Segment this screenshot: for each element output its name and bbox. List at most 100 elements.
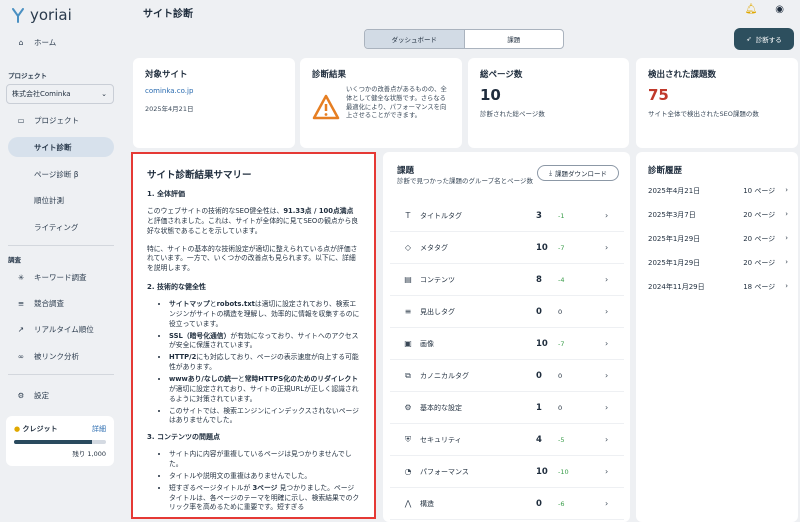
- issue-row[interactable]: ≡ 見出しタグ 0 0 ›: [390, 296, 624, 328]
- summary-overall-text-2: 特に、サイトの基本的な技術設定が適切に整えられている点が評価されています。一方で…: [147, 244, 358, 273]
- list-item: 短すぎるページタイトルが 3ページ 見つかりました。ページタイトルは、各ページの…: [169, 484, 360, 514]
- diagnose-button[interactable]: ➶ 診断する: [734, 28, 794, 50]
- summary-bold: SSL（暗号化通信）: [169, 331, 231, 340]
- chevron-right-icon: ›: [605, 275, 609, 284]
- target-site-url[interactable]: cominka.co.jp: [145, 87, 283, 95]
- history-date: 2025年1月29日: [648, 235, 701, 243]
- rocket-icon: ➶: [746, 35, 752, 43]
- issue-delta: -7: [558, 339, 565, 348]
- divider: [8, 374, 114, 375]
- chevron-right-icon: ›: [785, 234, 788, 242]
- chevron-right-icon: ›: [605, 307, 609, 316]
- issues-subtitle: 診断で見つかった課題のグループ名とページ数: [397, 177, 533, 185]
- nav-settings[interactable]: ⚙ 設定: [8, 385, 114, 405]
- tab-dashboard[interactable]: ダッシュボード: [365, 30, 465, 48]
- shield-icon: ⛨: [405, 434, 411, 444]
- project-section-label: プロジェクト: [8, 72, 47, 80]
- credit-bar-fill: [14, 440, 93, 444]
- nav-page-diagnosis-label: ページ診断 β: [34, 169, 79, 179]
- sidebar: yoriai ⌂ ホーム プロジェクト 株式会社Cominka ⌄ ▭ プロジェ…: [0, 0, 122, 522]
- issue-delta: -6: [558, 499, 565, 508]
- diagnosis-result-title: 診断結果: [312, 70, 347, 80]
- issue-row[interactable]: ⚙ 基本的な設定 1 0 ›: [390, 392, 624, 424]
- user-icon[interactable]: ◉: [775, 4, 784, 15]
- summary-text: と: [209, 300, 217, 309]
- issue-name: タイトルタグ: [420, 211, 462, 220]
- history-row[interactable]: 2024年11月29日 18 ページ ›: [648, 282, 788, 292]
- copy-icon: ⧉: [405, 370, 411, 380]
- project-select[interactable]: 株式会社Cominka ⌄: [6, 84, 114, 104]
- summary-text: と評価されました。これは、サイトが全体的に見てSEOの観点から良好な状態であるこ…: [147, 216, 359, 235]
- history-pages: 18 ページ: [743, 283, 776, 291]
- chevron-right-icon: ›: [605, 403, 609, 412]
- credit-detail-link[interactable]: 詳細: [92, 424, 106, 434]
- total-pages-value: 10: [480, 86, 501, 104]
- issue-row[interactable]: ⧉ カノニカルタグ 0 0 ›: [390, 360, 624, 392]
- logo-icon: [12, 8, 24, 23]
- nav-writing[interactable]: ライティング: [8, 217, 114, 237]
- nav-backlink-analysis[interactable]: ∞ 被リンク分析: [8, 346, 114, 366]
- issue-count: 1: [536, 402, 542, 413]
- summary-bold: 3ページ: [252, 483, 278, 492]
- issue-row[interactable]: ▤ コンテンツ 8 -4 ›: [390, 264, 624, 296]
- nav-rank-tracking[interactable]: 順位計測: [8, 190, 114, 210]
- chevron-right-icon: ›: [605, 371, 609, 380]
- logo[interactable]: yoriai: [10, 6, 72, 24]
- issue-row[interactable]: T タイトルタグ 3 -1 ›: [390, 200, 624, 232]
- nav-realtime-rank[interactable]: ↗ リアルタイム順位: [8, 319, 114, 339]
- chevron-right-icon: ›: [605, 499, 609, 508]
- tab-issues[interactable]: 課題: [465, 30, 564, 48]
- list-item: タイトルや説明文の重複はありませんでした。: [169, 472, 360, 482]
- history-date: 2024年11月29日: [648, 283, 705, 291]
- issue-count: 10: [536, 242, 548, 253]
- issue-row[interactable]: ⋀ 構造 0 -6 ›: [390, 488, 624, 520]
- diagnosis-result-card: 診断結果 いくつかの改善点があるものの、全体として健全な状態です。さらなる最適化…: [300, 58, 462, 148]
- issue-row[interactable]: ◔ パフォーマンス 10 -10 ›: [390, 456, 624, 488]
- issue-count: 8: [536, 274, 542, 285]
- list-item: このサイトでは、検索エンジンにインデックスされないページはありませんでした。: [169, 407, 360, 427]
- nav-realtime-rank-label: リアルタイム順位: [34, 324, 94, 334]
- nav-site-diagnosis[interactable]: サイト診断: [8, 137, 114, 157]
- issue-count: 10: [536, 338, 548, 349]
- nav-keyword-research[interactable]: ✳ キーワード調査: [8, 267, 114, 287]
- download-issues-button[interactable]: ⤓ 課題ダウンロード: [537, 165, 619, 181]
- chevron-right-icon: ›: [605, 339, 609, 348]
- total-pages-caption: 診断された総ページ数: [480, 110, 545, 118]
- gear-icon: ⚙: [404, 403, 412, 412]
- history-row[interactable]: 2025年1月29日 20 ページ ›: [648, 258, 788, 268]
- nav-page-diagnosis[interactable]: ページ診断 β: [8, 164, 114, 184]
- history-pages: 20 ページ: [743, 211, 776, 219]
- credit-label: クレジット: [22, 425, 58, 433]
- issue-name: 画像: [420, 339, 434, 348]
- target-site-date: 2025年4月21日: [145, 105, 194, 113]
- nav-home[interactable]: ⌂ ホーム: [8, 32, 114, 52]
- issue-list: T タイトルタグ 3 -1 › ◇ メタタグ 10 -7 › ▤ コンテンツ 8 -4 › ≡ 見出しタグ 0 0 ›…: [390, 200, 624, 520]
- issue-delta: -7: [558, 243, 565, 252]
- summary-heading-overall: 1. 全体評価: [147, 190, 185, 198]
- history-row[interactable]: 2025年3月7日 20 ページ ›: [648, 210, 788, 220]
- summary-bold: wwwあり/なしの統一: [169, 374, 238, 383]
- summary-bold: サイトマップ: [169, 300, 210, 309]
- issue-count: 3: [536, 210, 542, 221]
- issue-row[interactable]: ◇ メタタグ 10 -7 ›: [390, 232, 624, 264]
- nav-project[interactable]: ▭ プロジェクト: [8, 110, 114, 130]
- list-item: SSL（暗号化通信）が有効になっており、サイトへのアクセスが安全に保護されていま…: [169, 332, 360, 352]
- issue-row[interactable]: ▣ 画像 10 -7 ›: [390, 328, 624, 360]
- research-section-label: 調査: [8, 256, 21, 264]
- chevron-right-icon: ›: [605, 435, 609, 444]
- nav-keyword-research-label: キーワード調査: [34, 272, 87, 282]
- nav-home-label: ホーム: [34, 37, 57, 47]
- history-row[interactable]: 2025年1月29日 20 ページ ›: [648, 234, 788, 244]
- issue-row[interactable]: ⛨ セキュリティ 4 -5 ›: [390, 424, 624, 456]
- history-row[interactable]: 2025年4月21日 10 ページ ›: [648, 186, 788, 196]
- list-item: HTTP/2にも対応しており、ページの表示速度が向上する可能性があります。: [169, 353, 360, 373]
- nav-competitor-research[interactable]: ≡ 競合調査: [8, 293, 114, 313]
- summary-content-list: サイト内に内容が重複しているページは見つかりませんでした。 タイトルや説明文の重…: [147, 450, 360, 513]
- issue-name: パフォーマンス: [420, 467, 469, 476]
- network-icon: ✳: [17, 272, 25, 282]
- history-date: 2025年4月21日: [648, 187, 701, 195]
- list-item: サイトマップとrobots.txtは適切に設定されており、検索エンジンがサイトの…: [169, 300, 360, 330]
- notification-icon[interactable]: 🔔︎: [745, 4, 758, 15]
- gear-icon: ⚙: [17, 390, 25, 400]
- issue-name: 基本的な設定: [420, 403, 462, 412]
